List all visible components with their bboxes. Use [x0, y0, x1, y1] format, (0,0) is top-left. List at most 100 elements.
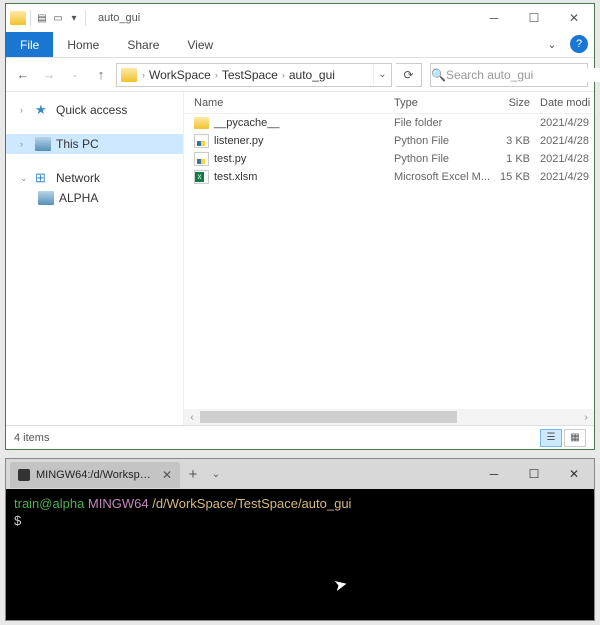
tab-home[interactable]: Home: [53, 32, 113, 57]
window-title: auto_gui: [92, 12, 474, 24]
sidebar-item-label: ALPHA: [59, 191, 98, 205]
terminal-tab[interactable]: MINGW64:/d/Workspace/TestSp ✕: [10, 462, 180, 488]
file-size: 15 KB: [492, 171, 536, 183]
separator: [85, 10, 86, 26]
file-type: Python File: [394, 135, 492, 147]
file-icon: [194, 134, 209, 148]
minimize-button[interactable]: ─: [474, 4, 514, 32]
file-row[interactable]: listener.py Python File3 KB2021/4/28: [184, 132, 594, 150]
ribbon-expand-icon[interactable]: ⌄: [540, 32, 564, 57]
separator: [30, 10, 31, 26]
status-bar: 4 items ☰ ▦: [6, 425, 594, 449]
scroll-left-icon[interactable]: ‹: [184, 412, 200, 423]
terminal-user: train@alpha: [14, 496, 84, 511]
terminal-prompt[interactable]: $: [14, 512, 586, 529]
file-row[interactable]: __pycache__ File folder 2021/4/29: [184, 114, 594, 132]
file-explorer-window: ▤ ▭ ▾ auto_gui ─ ☐ ✕ File Home Share Vie…: [5, 3, 595, 450]
terminal-icon: [18, 469, 30, 481]
app-icon: [10, 11, 26, 25]
file-date: 2021/4/28: [536, 135, 594, 147]
close-button[interactable]: ✕: [554, 4, 594, 32]
column-header-type[interactable]: Type: [394, 97, 492, 109]
refresh-button[interactable]: ⟳: [396, 63, 422, 87]
sidebar-item-label: This PC: [56, 137, 99, 151]
terminal-tab-title: MINGW64:/d/Workspace/TestSp: [36, 469, 156, 481]
close-tab-icon[interactable]: ✕: [162, 468, 172, 482]
file-icon: [194, 117, 209, 129]
sidebar-item-network[interactable]: ⌄ ⊞ Network: [6, 168, 183, 188]
file-type: Microsoft Excel M...: [394, 171, 492, 183]
terminal-host: MINGW64: [88, 496, 149, 511]
view-icons-button[interactable]: ▦: [564, 429, 586, 447]
maximize-button[interactable]: ☐: [514, 459, 554, 489]
scroll-thumb[interactable]: [200, 411, 457, 423]
tab-dropdown-icon[interactable]: ⌄: [206, 469, 226, 480]
search-input[interactable]: [446, 68, 600, 82]
file-date: 2021/4/29: [536, 117, 594, 129]
network-icon: ⊞: [35, 171, 51, 185]
terminal-titlebar[interactable]: MINGW64:/d/Workspace/TestSp ✕ + ⌄ ─ ☐ ✕: [6, 459, 594, 489]
navigation-pane: › ★ Quick access › This PC ⌄ ⊞ Network: [6, 92, 184, 425]
nav-back-button[interactable]: ←: [12, 63, 34, 87]
chevron-right-icon[interactable]: ›: [20, 105, 30, 115]
qat-dropdown-icon[interactable]: ▾: [67, 11, 81, 25]
column-header-size[interactable]: Size: [492, 97, 536, 109]
tab-share[interactable]: Share: [113, 32, 173, 57]
tab-file[interactable]: File: [6, 32, 53, 57]
status-item-count: 4 items: [14, 432, 49, 444]
sidebar-item-this-pc[interactable]: › This PC: [6, 134, 183, 154]
file-name: listener.py: [214, 135, 264, 147]
horizontal-scrollbar[interactable]: ‹ ›: [184, 409, 594, 425]
chevron-right-icon[interactable]: ›: [20, 139, 30, 149]
terminal-path: /d/WorkSpace/TestSpace/auto_gui: [152, 496, 351, 511]
file-date: 2021/4/28: [536, 153, 594, 165]
file-row[interactable]: test.xlsm Microsoft Excel M...15 KB2021/4…: [184, 168, 594, 186]
file-row[interactable]: test.pyPython File1 KB2021/4/28: [184, 150, 594, 168]
file-name: test.py: [214, 153, 246, 165]
folder-icon: [121, 68, 137, 82]
scroll-right-icon[interactable]: ›: [578, 412, 594, 423]
file-list-pane: Name Type Size Date modi __pycache__ File…: [184, 92, 594, 425]
file-date: 2021/4/29: [536, 171, 594, 183]
tab-view[interactable]: View: [173, 32, 227, 57]
terminal-window: MINGW64:/d/Workspace/TestSp ✕ + ⌄ ─ ☐ ✕ …: [5, 458, 595, 621]
view-details-button[interactable]: ☰: [540, 429, 562, 447]
help-icon[interactable]: ?: [570, 35, 588, 53]
sidebar-item-alpha[interactable]: ALPHA: [6, 188, 183, 208]
address-box[interactable]: › WorkSpace › TestSpace › auto_gui ⌄: [116, 63, 392, 87]
minimize-button[interactable]: ─: [474, 459, 514, 489]
maximize-button[interactable]: ☐: [514, 4, 554, 32]
breadcrumb[interactable]: WorkSpace: [146, 68, 214, 82]
file-name: test.xlsm: [214, 171, 257, 183]
column-headers: Name Type Size Date modi: [184, 92, 594, 114]
sidebar-item-quick-access[interactable]: › ★ Quick access: [6, 100, 183, 120]
file-size: 3 KB: [492, 135, 536, 147]
sidebar-item-label: Network: [56, 171, 100, 185]
file-icon: [194, 170, 209, 184]
qat-new-folder-icon[interactable]: ▭: [51, 11, 65, 25]
nav-recent-dropdown[interactable]: ⌄: [64, 63, 86, 87]
pc-icon: [35, 137, 51, 151]
file-type: File folder: [394, 117, 492, 129]
file-icon: [194, 152, 209, 166]
breadcrumb[interactable]: auto_gui: [286, 68, 338, 82]
column-header-name[interactable]: Name: [184, 97, 394, 109]
scroll-track[interactable]: [200, 411, 578, 423]
chevron-down-icon[interactable]: ⌄: [20, 173, 30, 184]
terminal-line: train@alpha MINGW64 /d/WorkSpace/TestSpa…: [14, 495, 586, 512]
new-tab-button[interactable]: +: [180, 466, 206, 483]
search-box[interactable]: 🔍: [430, 63, 588, 87]
titlebar[interactable]: ▤ ▭ ▾ auto_gui ─ ☐ ✕: [6, 4, 594, 32]
sidebar-item-label: Quick access: [56, 103, 127, 117]
column-header-date[interactable]: Date modi: [536, 97, 594, 109]
qat-properties-icon[interactable]: ▤: [35, 11, 49, 25]
file-type: Python File: [394, 153, 492, 165]
address-dropdown-icon[interactable]: ⌄: [373, 64, 391, 86]
terminal-body[interactable]: train@alpha MINGW64 /d/WorkSpace/TestSpa…: [6, 489, 594, 620]
nav-up-button[interactable]: ↑: [90, 63, 112, 87]
search-icon: 🔍: [431, 68, 446, 82]
file-name: __pycache__: [214, 117, 279, 129]
nav-forward-button[interactable]: →: [38, 63, 60, 87]
close-button[interactable]: ✕: [554, 459, 594, 489]
breadcrumb[interactable]: TestSpace: [219, 68, 281, 82]
